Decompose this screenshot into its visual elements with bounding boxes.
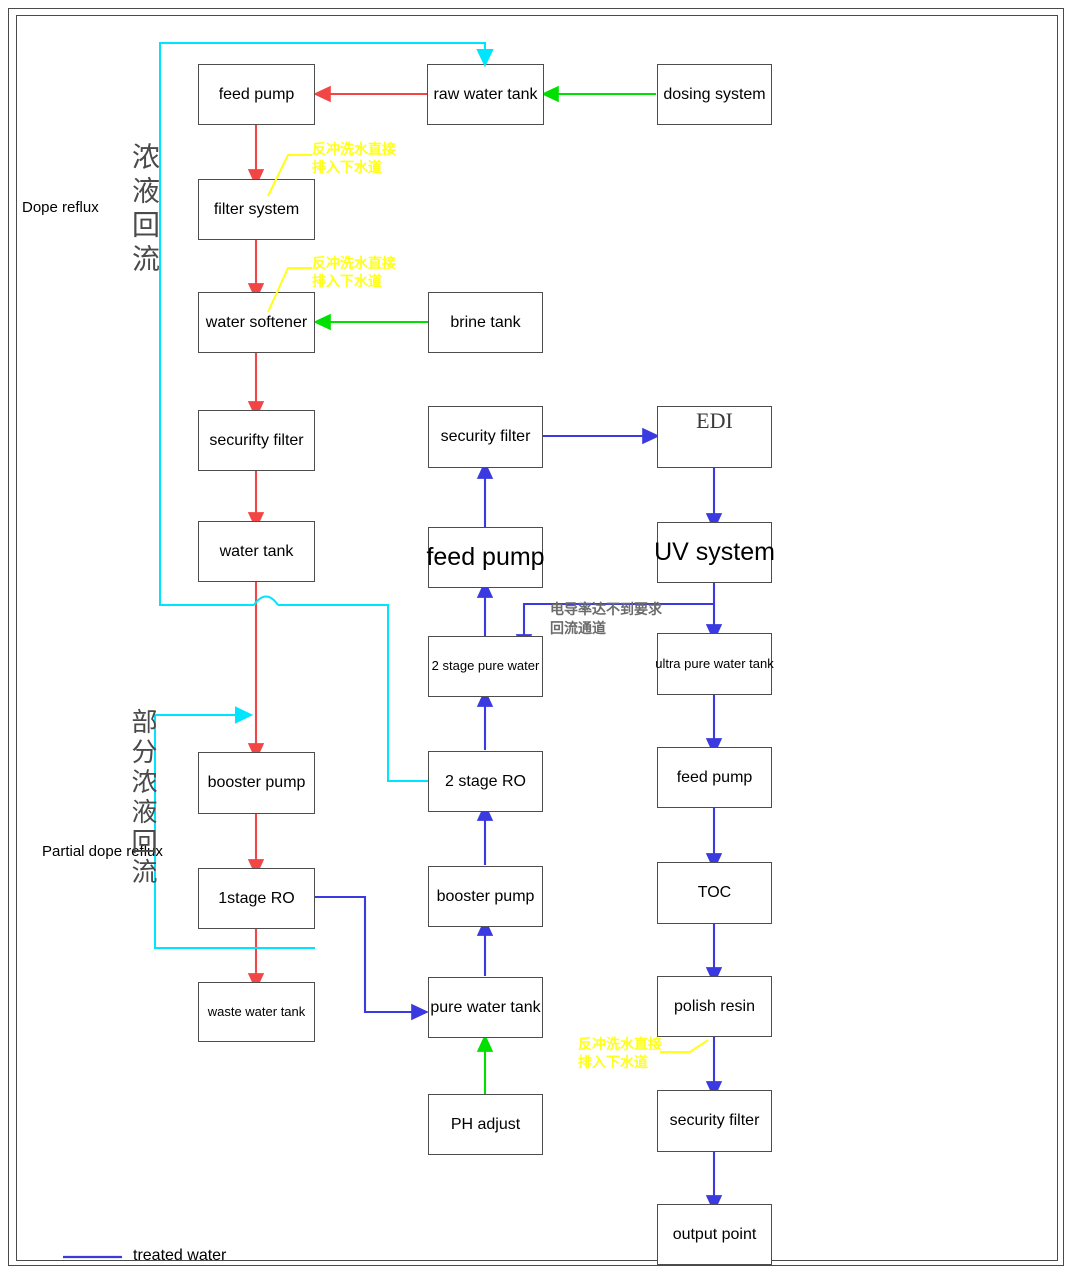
node-booster-pump-2[interactable]: booster pump: [428, 866, 543, 927]
node-stage1-ro[interactable]: 1stage RO: [198, 868, 315, 929]
node-label: filter system: [213, 200, 300, 218]
node-polish-resin[interactable]: polish resin: [657, 976, 772, 1037]
node-label: feed pump: [218, 85, 295, 103]
node-label: feed pump: [426, 542, 545, 571]
node-label: raw water tank: [433, 85, 538, 103]
node-label: UV system: [654, 537, 775, 566]
node-label: TOC: [697, 884, 732, 902]
node-water-tank[interactable]: water tank: [198, 521, 315, 582]
node-label: feed pump: [676, 768, 753, 786]
node-label: output point: [672, 1225, 757, 1243]
node-ultra-pure-water-tank[interactable]: ultra pure water tank: [655, 633, 774, 695]
node-uv-system[interactable]: UV system: [654, 522, 775, 583]
node-two-stage-pure-water[interactable]: 2 stage pure water: [428, 636, 543, 697]
node-securifty-filter[interactable]: securifty filter: [198, 410, 315, 471]
node-edi[interactable]: EDI: [657, 406, 772, 468]
node-label: securifty filter: [209, 431, 304, 449]
node-label: dosing system: [663, 85, 766, 103]
node-label: booster pump: [207, 774, 306, 792]
node-water-softener[interactable]: water softener: [198, 292, 315, 353]
node-security-filter-right[interactable]: security filter: [657, 1090, 772, 1152]
node-security-filter-mid[interactable]: security filter: [428, 406, 543, 468]
node-label: booster pump: [436, 887, 535, 905]
node-filter-system[interactable]: filter system: [198, 179, 315, 240]
node-booster-pump-1[interactable]: booster pump: [198, 752, 315, 814]
label-dope-reflux-cn: 浓液回流: [128, 142, 159, 278]
node-label: security filter: [669, 1112, 760, 1130]
legend-treated-water-label: treated water: [133, 1247, 227, 1264]
node-label: 2 stage pure water: [431, 658, 540, 674]
process-flow-diagram: feed pump raw water tank dosing system f…: [0, 0, 1080, 1277]
node-brine-tank[interactable]: brine tank: [428, 292, 543, 353]
node-label: polish resin: [674, 997, 755, 1015]
node-feed-pump-2[interactable]: feed pump: [426, 527, 545, 588]
node-label: 2 stage RO: [445, 772, 526, 790]
node-output-point[interactable]: output point: [657, 1204, 772, 1265]
node-waste-water-tank[interactable]: waste water tank: [198, 982, 315, 1042]
node-label: PH adjust: [450, 1115, 521, 1133]
node-label: EDI: [696, 408, 733, 433]
label-partial-dope-reflux-cn: 部分浓液回流: [128, 708, 157, 888]
node-raw-water-tank[interactable]: raw water tank: [427, 64, 544, 125]
node-label: water tank: [219, 542, 294, 560]
node-label: waste water tank: [207, 1003, 306, 1019]
node-label: ultra pure water tank: [655, 655, 774, 671]
node-pure-water-tank[interactable]: pure water tank: [428, 977, 543, 1038]
node-label: 1stage RO: [218, 889, 295, 907]
node-label: security filter: [440, 428, 531, 446]
node-toc[interactable]: TOC: [657, 862, 772, 924]
node-dosing-system[interactable]: dosing system: [657, 64, 772, 125]
label-dope-reflux-en: Dope reflux: [22, 199, 99, 216]
node-label: pure water tank: [430, 998, 541, 1016]
note-backwash-drain-2: 反冲洗水直接 排入下水道: [312, 257, 396, 290]
note-backwash-drain-1: 反冲洗水直接 排入下水道: [312, 143, 396, 176]
node-label: brine tank: [450, 313, 521, 331]
note-backwash-drain-3: 反冲洗水直接 排入下水道: [578, 1038, 662, 1071]
node-ph-adjust[interactable]: PH adjust: [428, 1094, 543, 1155]
node-feed-pump-1[interactable]: feed pump: [198, 64, 315, 125]
node-two-stage-ro[interactable]: 2 stage RO: [428, 751, 543, 812]
note-conductivity-return: 电导率达不到要求 回流通道: [550, 603, 662, 637]
node-feed-pump-3[interactable]: feed pump: [657, 747, 772, 808]
node-label: water softener: [205, 313, 308, 331]
